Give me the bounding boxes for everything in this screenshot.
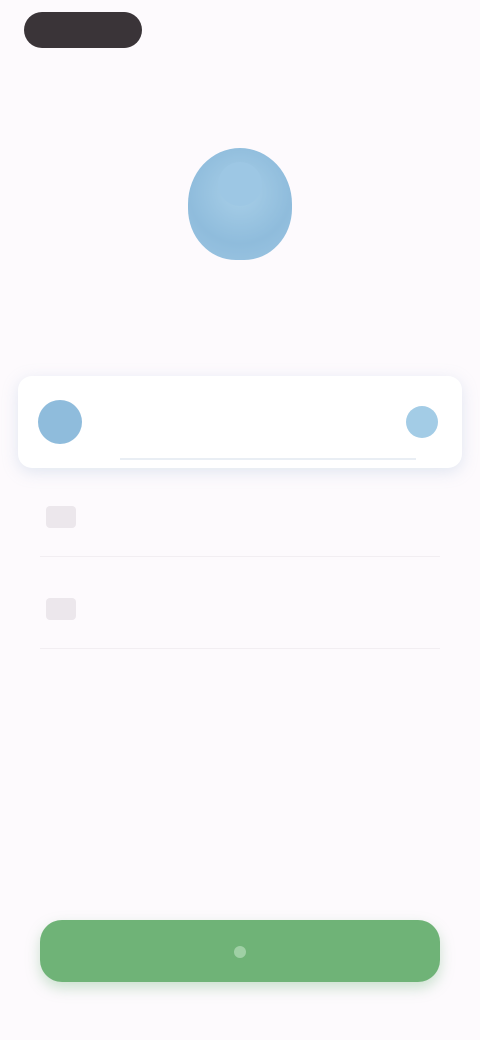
primary-button[interactable] <box>40 920 440 982</box>
avatar-head-icon <box>218 162 262 206</box>
option-item-1[interactable] <box>40 494 440 542</box>
divider <box>40 556 440 557</box>
option-item-2-icon <box>46 598 76 620</box>
check-icon <box>406 406 438 438</box>
screen <box>0 0 480 1040</box>
option-selected[interactable] <box>18 376 462 468</box>
avatar <box>188 148 292 260</box>
divider <box>40 648 440 649</box>
option-selected-divider <box>120 458 416 460</box>
option-selected-icon <box>38 400 82 444</box>
option-item-1-icon <box>46 506 76 528</box>
option-item-2[interactable] <box>40 586 440 634</box>
status-pill[interactable] <box>24 12 142 48</box>
button-dot-icon <box>234 945 246 958</box>
